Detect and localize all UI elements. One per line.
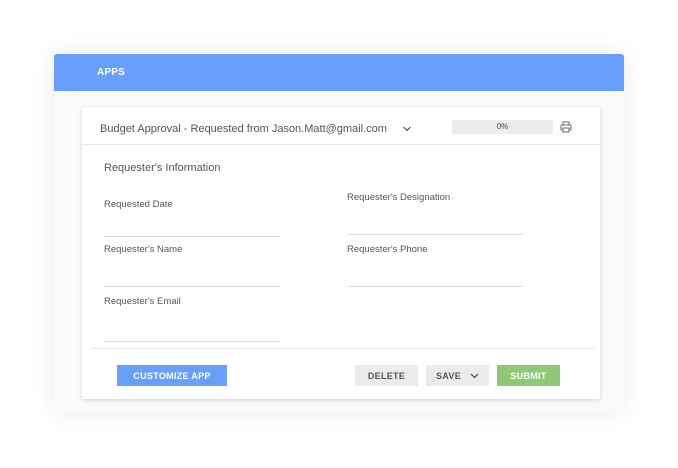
field-input-requester-name[interactable] xyxy=(104,286,280,287)
printer-icon[interactable] xyxy=(560,121,572,133)
app-title: APPS xyxy=(97,67,126,78)
field-label-requester-email: Requester's Email xyxy=(104,296,181,307)
customize-app-label: CUSTOMIZE APP xyxy=(133,370,211,381)
field-label-requester-phone: Requester's Phone xyxy=(347,244,428,255)
field-label-requester-name: Requester's Name xyxy=(104,244,183,255)
submit-button[interactable]: SUBMIT xyxy=(497,365,560,386)
submit-label: SUBMIT xyxy=(510,370,547,381)
delete-label: DELETE xyxy=(367,370,406,381)
app-window: APPS Budget Approval - Requested from Ja… xyxy=(54,54,624,412)
customize-app-button[interactable]: CUSTOMIZE APP xyxy=(117,365,227,386)
record-card: Budget Approval - Requested from Jason.M… xyxy=(82,107,600,399)
record-header: Budget Approval - Requested from Jason.M… xyxy=(82,107,600,145)
chevron-down-icon xyxy=(470,373,479,378)
field-label-requester-designation: Requester's Designation xyxy=(347,192,451,203)
section-title: Requester's Information xyxy=(104,162,221,174)
chevron-down-icon[interactable] xyxy=(402,125,412,133)
field-input-requested-date[interactable] xyxy=(104,236,280,237)
field-input-requester-designation[interactable] xyxy=(347,234,523,235)
app-header: APPS xyxy=(54,54,624,91)
record-title[interactable]: Budget Approval - Requested from Jason.M… xyxy=(100,123,387,135)
delete-button[interactable]: DELETE xyxy=(355,365,418,386)
field-input-requester-email[interactable] xyxy=(104,341,280,342)
footer-divider xyxy=(92,348,595,349)
progress-label: 0% xyxy=(496,122,509,131)
field-input-requester-phone[interactable] xyxy=(347,286,523,287)
save-label: SAVE xyxy=(435,370,462,381)
field-label-requested-date: Requested Date xyxy=(104,199,173,210)
progress-bar: 0% xyxy=(452,120,553,134)
save-button[interactable]: SAVE xyxy=(426,365,489,386)
